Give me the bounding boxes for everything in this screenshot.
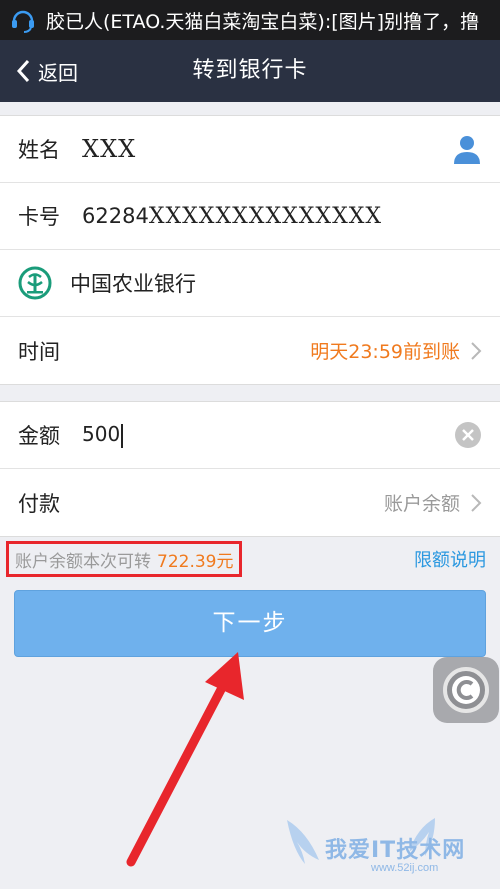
- site-watermark: 我爱IT技术网 www.52ij.com: [285, 812, 495, 882]
- annotation-arrow: [126, 652, 244, 867]
- watermark-text: 我爱IT技术网: [325, 838, 466, 863]
- watermark-url: www.52ij.com: [371, 862, 439, 874]
